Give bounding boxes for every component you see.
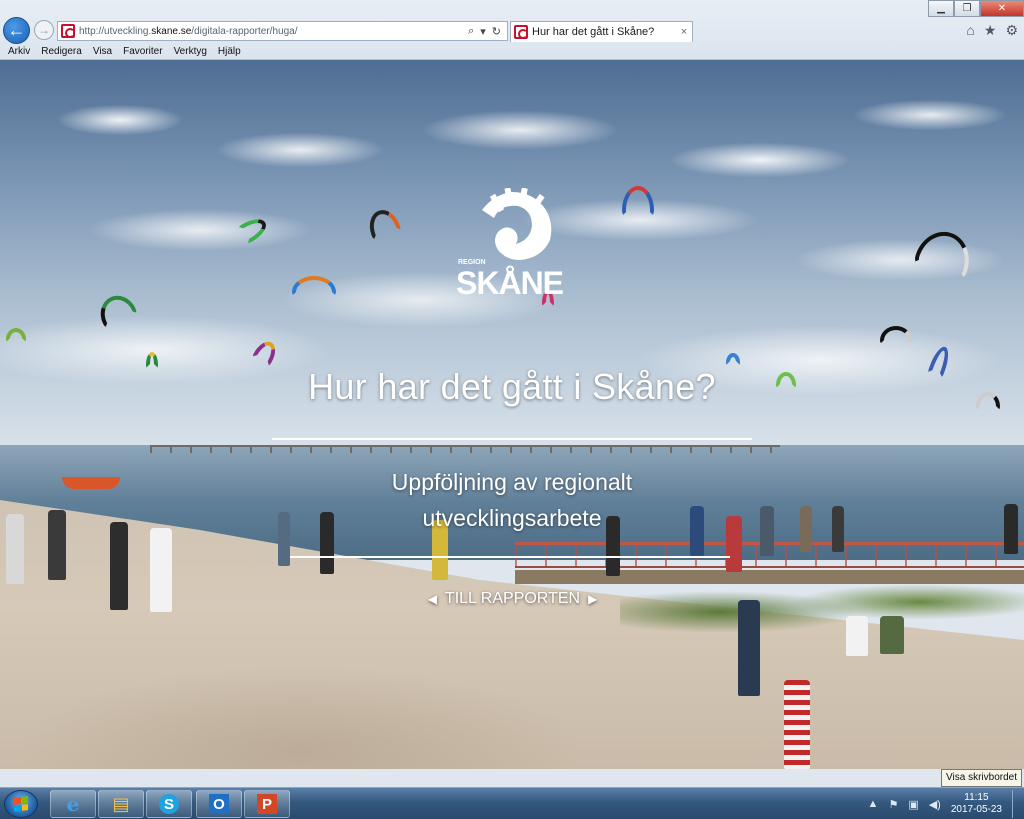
internet-explorer-icon: e xyxy=(66,792,80,816)
beachgoer xyxy=(738,600,760,696)
address-bar[interactable]: http://utveckling.skane.se/digitala-rapp… xyxy=(57,21,508,41)
region-skane-logo: REGION SKÅNE xyxy=(456,188,565,298)
outlook-icon: O xyxy=(209,794,229,814)
url-prefix: http://utveckling. xyxy=(79,25,152,37)
show-hidden-icons-icon[interactable]: ▲ xyxy=(868,798,879,810)
page-title: Hur har det gått i Skåne? xyxy=(308,366,716,407)
distant-pier xyxy=(150,445,780,453)
beachgoer xyxy=(150,528,172,612)
tab-close-icon[interactable]: × xyxy=(676,26,692,38)
tab-active[interactable]: Hur har det gått i Skåne? × xyxy=(510,21,693,42)
system-tray: ▲ ⚑ ▣ ◀) 11:15 2017-05-23 xyxy=(868,790,1022,818)
back-arrow-icon: ← xyxy=(7,20,26,40)
tools-gear-icon[interactable]: ⚙ xyxy=(1005,22,1018,39)
taskbar-skype[interactable]: S xyxy=(146,790,192,818)
beachgoer xyxy=(800,506,812,552)
menu-visa[interactable]: Visa xyxy=(93,44,112,60)
site-favicon-icon xyxy=(61,24,75,38)
network-icon[interactable]: ▣ xyxy=(908,798,918,811)
forward-arrow-icon: → xyxy=(38,23,50,37)
beachgoer xyxy=(278,512,290,566)
show-desktop-button[interactable] xyxy=(1012,790,1022,818)
page-hero: REGION SKÅNE Hur har det gått i Skåne? U… xyxy=(0,60,1024,769)
kite xyxy=(726,353,740,365)
windows-logo-icon xyxy=(14,796,28,812)
beachgoer xyxy=(1004,504,1018,554)
menu-hjalp[interactable]: Hjälp xyxy=(218,44,241,60)
clock-time: 11:15 xyxy=(964,792,989,803)
beachgoer xyxy=(110,522,128,610)
taskbar-file-explorer[interactable]: ▤ xyxy=(98,790,144,818)
url-domain: skane.se xyxy=(151,25,192,37)
logo-skane-text: SKÅNE xyxy=(456,265,564,298)
folder-icon: ▤ xyxy=(112,793,130,814)
beachgoer xyxy=(760,506,774,556)
beachgoer xyxy=(320,512,334,574)
arrow-left-icon: ◀ xyxy=(427,592,437,606)
volume-icon[interactable]: ◀) xyxy=(929,798,941,811)
subtitle-divider xyxy=(290,556,730,558)
window-controls: ▁ ❐ ✕ xyxy=(928,0,1024,17)
refresh-icon[interactable]: ↻ xyxy=(492,25,501,38)
menu-arkiv[interactable]: Arkiv xyxy=(8,44,30,60)
beachgoer xyxy=(690,506,704,556)
arrow-right-icon: ▶ xyxy=(588,592,598,606)
browser-chrome: ← → http://utveckling.skane.se/digitala-… xyxy=(0,0,1024,60)
dropdown-icon[interactable]: ▾ xyxy=(480,25,486,38)
address-url[interactable]: http://utveckling.skane.se/digitala-rapp… xyxy=(79,26,468,37)
beachgoer xyxy=(846,616,868,656)
cta-label: TILL RAPPORTEN xyxy=(444,590,581,607)
title-divider xyxy=(272,438,752,440)
till-rapporten-button[interactable]: ◀ TILL RAPPORTEN ▶ xyxy=(410,588,615,610)
red-boat xyxy=(62,477,120,489)
tooltip-show-desktop: Visa skrivbordet xyxy=(941,769,1022,787)
beachgoer xyxy=(48,510,66,580)
tab-favicon-icon xyxy=(514,25,528,39)
menu-bar: Arkiv Redigera Visa Favoriter Verktyg Hj… xyxy=(0,44,1024,60)
back-button[interactable]: ← xyxy=(3,17,30,44)
page-subtitle: Uppföljning av regionalt utvecklingsarbe… xyxy=(391,469,633,531)
forward-button[interactable]: → xyxy=(34,20,54,40)
beachgoer xyxy=(832,506,844,552)
taskbar-outlook[interactable]: O xyxy=(196,790,242,818)
url-path: /digitala-rapporter/huga/ xyxy=(191,25,298,37)
taskbar-internet-explorer[interactable]: e xyxy=(50,790,96,818)
taskbar: e ▤ S O P ▲ ⚑ ▣ ◀) 11:15 2017-05-23 xyxy=(0,787,1024,819)
beachgoer xyxy=(784,680,810,769)
taskbar-powerpoint[interactable]: P xyxy=(244,790,290,818)
menu-verktyg[interactable]: Verktyg xyxy=(174,44,207,60)
powerpoint-icon: P xyxy=(257,794,277,814)
favorites-star-icon[interactable]: ★ xyxy=(984,22,997,39)
beachgoer xyxy=(6,514,24,584)
skype-icon: S xyxy=(159,794,179,814)
beachgoer xyxy=(726,516,742,572)
tab-title: Hur har det gått i Skåne? xyxy=(532,26,655,38)
start-button[interactable] xyxy=(4,790,38,818)
home-icon[interactable]: ⌂ xyxy=(966,22,974,39)
restore-button[interactable]: ❐ xyxy=(954,0,980,17)
action-center-flag-icon[interactable]: ⚑ xyxy=(888,798,898,811)
browser-toolbar-icons: ⌂ ★ ⚙ xyxy=(966,22,1018,39)
menu-redigera[interactable]: Redigera xyxy=(41,44,82,60)
clock-date: 2017-05-23 xyxy=(950,804,1002,815)
close-window-button[interactable]: ✕ xyxy=(980,0,1024,17)
clock[interactable]: 11:15 2017-05-23 xyxy=(951,792,1002,816)
menu-favoriter[interactable]: Favoriter xyxy=(123,44,162,60)
minimize-button[interactable]: ▁ xyxy=(928,0,954,17)
beachgoer xyxy=(880,616,904,654)
search-icon[interactable]: ⌕ xyxy=(468,25,474,38)
